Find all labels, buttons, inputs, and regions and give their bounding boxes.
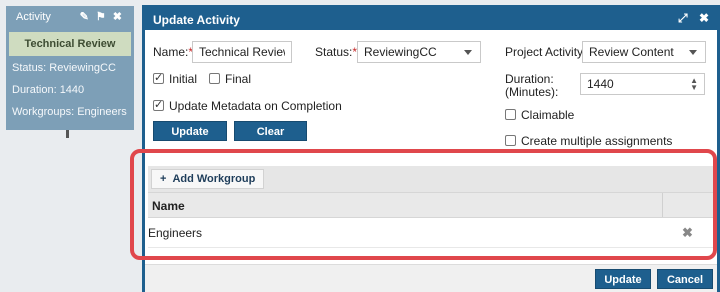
spinner-icon[interactable]: ▲ ▼ — [690, 77, 698, 92]
status-label: Status:* — [315, 45, 358, 59]
plus-icon: + — [160, 173, 167, 185]
dialog-header: Update Activity ⤢ ✖ — [145, 8, 717, 30]
dialog-title: Update Activity — [153, 13, 240, 27]
update-activity-dialog: Update Activity ⤢ ✖ Name:* Status:* Revi… — [130, 5, 720, 292]
column-header-name[interactable]: Name — [152, 199, 185, 213]
multiple-assignments-label: Create multiple assignments — [521, 134, 673, 148]
multiple-assignments-checkbox[interactable] — [505, 135, 516, 146]
duration-value: 1440 — [587, 77, 614, 91]
delete-icon[interactable]: ✖ — [682, 225, 693, 241]
connector-line — [66, 130, 69, 138]
name-label: Name:* — [153, 45, 194, 59]
chevron-down-icon — [689, 50, 697, 55]
dialog-footer: Update Cancel — [145, 264, 717, 292]
activity-card-icons: ✎ ⚑ ✖ — [76, 10, 122, 23]
add-workgroup-label: Add Workgroup — [172, 173, 256, 185]
activity-card-duration: Duration: 1440 — [12, 84, 85, 96]
name-input[interactable] — [192, 41, 292, 63]
initial-label: Initial — [169, 72, 198, 86]
activity-card-status: Status: ReviewingCC — [12, 62, 116, 74]
workgroup-name: Engineers — [148, 226, 203, 240]
edit-icon[interactable]: ✎ — [80, 11, 89, 23]
status-value: ReviewingCC — [364, 45, 437, 59]
initial-checkbox[interactable] — [153, 71, 164, 84]
update-metadata-checkbox[interactable] — [153, 98, 164, 111]
claimable-label: Claimable — [521, 108, 575, 122]
column-divider — [662, 193, 663, 217]
workgroup-toolbar: + Add Workgroup — [148, 166, 714, 192]
activity-card-header: Activity ✎ ⚑ ✖ — [6, 6, 134, 28]
workgroup-table-header: Name — [148, 192, 714, 218]
flag-icon[interactable]: ⚑ — [96, 11, 106, 23]
expand-icon[interactable]: ⤢ — [678, 11, 688, 25]
clear-button[interactable]: Clear — [234, 121, 307, 141]
update-button[interactable]: Update — [595, 269, 651, 289]
activity-card-title: Activity — [16, 11, 51, 23]
dialog-header-icons: ⤢ ✖ — [670, 11, 709, 26]
final-checkbox[interactable] — [209, 73, 220, 84]
status-select[interactable]: ReviewingCC — [357, 41, 481, 63]
update-metadata-label: Update Metadata on Completion — [169, 99, 342, 113]
table-row[interactable]: Engineers ✖ — [148, 218, 714, 248]
project-activity-select[interactable]: Review Content — [582, 41, 706, 63]
cancel-button[interactable]: Cancel — [657, 269, 713, 289]
activity-card-workgroups: Workgroups: Engineers — [12, 106, 127, 118]
project-activity-value: Review Content — [589, 45, 674, 59]
final-label: Final — [225, 72, 252, 86]
claimable-checkbox[interactable] — [505, 109, 516, 120]
close-icon[interactable]: ✖ — [113, 11, 122, 23]
project-activity-label: Project Activity: — [505, 45, 587, 59]
duration-label-2: (Minutes): — [505, 85, 559, 99]
activity-card[interactable]: Activity ✎ ⚑ ✖ Technical Review Status: … — [6, 6, 134, 130]
duration-label-1: Duration: — [505, 72, 554, 86]
duration-input[interactable]: 1440 ▲ ▼ — [580, 73, 705, 95]
activity-card-name: Technical Review — [9, 32, 131, 56]
close-icon[interactable]: ✖ — [699, 11, 709, 25]
update-form-button[interactable]: Update — [153, 121, 227, 141]
add-workgroup-button[interactable]: + Add Workgroup — [151, 169, 265, 189]
chevron-down-icon — [464, 50, 472, 55]
